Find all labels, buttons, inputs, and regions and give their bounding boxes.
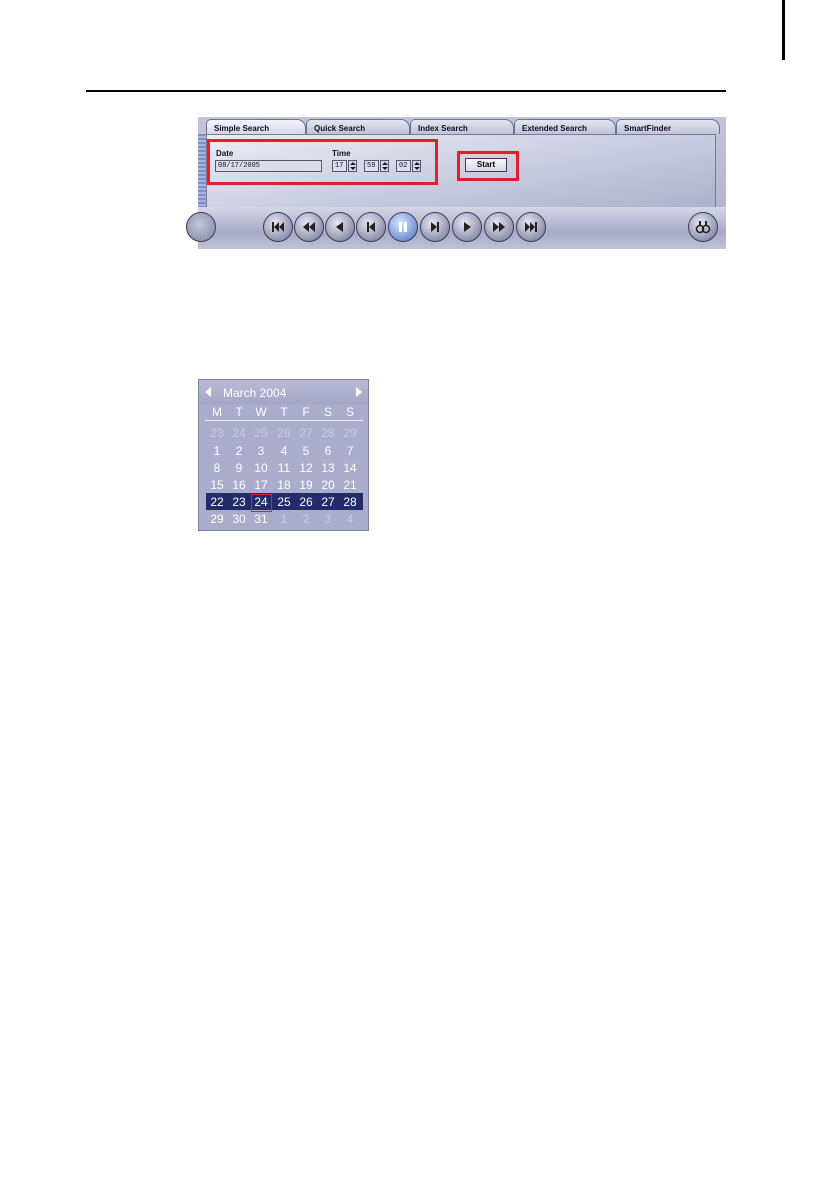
binoculars-button[interactable] — [688, 212, 718, 242]
calendar-day[interactable]: 17 — [250, 477, 272, 494]
calendar-day[interactable]: 28 — [339, 494, 361, 511]
calendar-day[interactable]: 19 — [295, 477, 317, 494]
calendar-day[interactable]: 7 — [339, 443, 361, 460]
calendar-day[interactable]: 29 — [339, 425, 361, 442]
calendar-day[interactable]: 21 — [339, 477, 361, 494]
play-reverse-icon — [336, 222, 343, 232]
calendar-day[interactable]: 10 — [250, 460, 272, 477]
left-end-cap — [186, 212, 216, 242]
calendar-day[interactable]: 20 — [317, 477, 339, 494]
weekday-header: S — [323, 405, 332, 419]
step-back-button[interactable] — [356, 212, 386, 242]
calendar-day[interactable]: 12 — [295, 460, 317, 477]
calendar-day[interactable]: 23 — [206, 425, 228, 442]
fast-rewind-button[interactable] — [294, 212, 324, 242]
search-tabs: Simple Search Quick Search Index Search … — [198, 119, 726, 134]
calendar-day[interactable]: 25 — [250, 425, 272, 442]
fast-rewind-icon — [303, 222, 315, 232]
pause-icon — [399, 222, 407, 232]
calendar-day[interactable]: 8 — [206, 460, 228, 477]
weekday-header: T — [280, 405, 288, 419]
calendar-day[interactable]: 4 — [273, 443, 295, 460]
calendar-day[interactable]: 30 — [228, 511, 250, 528]
calendar-separator — [205, 420, 363, 421]
play-reverse-button[interactable] — [325, 212, 355, 242]
tab-extended-search[interactable]: Extended Search — [514, 119, 616, 134]
weekday-header: W — [255, 405, 267, 419]
prev-month-arrow-icon[interactable] — [205, 387, 211, 397]
step-forward-button[interactable] — [420, 212, 450, 242]
calendar-day[interactable]: 13 — [317, 460, 339, 477]
tab-index-search[interactable]: Index Search — [410, 119, 514, 134]
calendar-day[interactable]: 27 — [295, 425, 317, 442]
calendar-day[interactable]: 31 — [250, 511, 272, 528]
weekday-header: M — [212, 405, 222, 419]
calendar-day[interactable]: 1 — [206, 443, 228, 460]
calendar-day[interactable]: 3 — [317, 511, 339, 528]
play-icon — [464, 222, 471, 232]
calendar-day[interactable]: 22 — [206, 494, 228, 511]
next-month-arrow-icon[interactable] — [356, 387, 362, 397]
header-rule — [86, 90, 726, 92]
weekday-header: T — [235, 405, 243, 419]
tab-quick-search[interactable]: Quick Search — [306, 119, 410, 134]
calendar-day[interactable]: 28 — [317, 425, 339, 442]
calendar-day[interactable]: 2 — [228, 443, 250, 460]
date-time-highlight — [207, 139, 438, 185]
calendar-day[interactable]: 5 — [295, 443, 317, 460]
calendar-day[interactable]: 2 — [295, 511, 317, 528]
weekday-header: S — [345, 405, 354, 419]
calendar-day[interactable]: 4 — [339, 511, 361, 528]
calendar-day[interactable]: 15 — [206, 477, 228, 494]
start-button-highlight — [457, 151, 519, 181]
calendar-day[interactable]: 27 — [317, 494, 339, 511]
calendar-day[interactable]: 16 — [228, 477, 250, 494]
calendar-day[interactable]: 24 — [228, 425, 250, 442]
skip-to-start-icon — [272, 222, 284, 232]
fast-forward-icon — [493, 222, 505, 232]
calendar-day[interactable]: 1 — [273, 511, 295, 528]
calendar-day[interactable]: 26 — [273, 425, 295, 442]
weekday-header: F — [302, 405, 310, 419]
calendar-day[interactable]: 25 — [273, 494, 295, 511]
calendar-day[interactable]: 14 — [339, 460, 361, 477]
binoculars-icon — [695, 221, 711, 234]
skip-to-end-icon — [525, 222, 537, 232]
pause-button[interactable] — [388, 212, 418, 242]
play-button[interactable] — [452, 212, 482, 242]
calendar-day[interactable]: 23 — [228, 494, 250, 511]
skip-to-end-button[interactable] — [516, 212, 546, 242]
calendar-day[interactable]: 29 — [206, 511, 228, 528]
calendar-day[interactable]: 11 — [273, 460, 295, 477]
calendar-day[interactable]: 3 — [250, 443, 272, 460]
calendar-header: March 2004 — [199, 380, 368, 404]
calendar-day[interactable]: 9 — [228, 460, 250, 477]
step-back-icon — [367, 222, 375, 232]
current-day-outline — [251, 494, 272, 512]
calendar-month-title: March 2004 — [223, 386, 287, 400]
calendar-day[interactable]: 18 — [273, 477, 295, 494]
tab-smartfinder[interactable]: SmartFinder — [616, 119, 720, 134]
fast-forward-button[interactable] — [484, 212, 514, 242]
calendar-day[interactable]: 6 — [317, 443, 339, 460]
step-forward-icon — [431, 222, 439, 232]
tab-simple-search[interactable]: Simple Search — [206, 119, 306, 134]
skip-to-start-button[interactable] — [263, 212, 293, 242]
calendar-day[interactable]: 26 — [295, 494, 317, 511]
page-edge-mark — [782, 0, 785, 60]
